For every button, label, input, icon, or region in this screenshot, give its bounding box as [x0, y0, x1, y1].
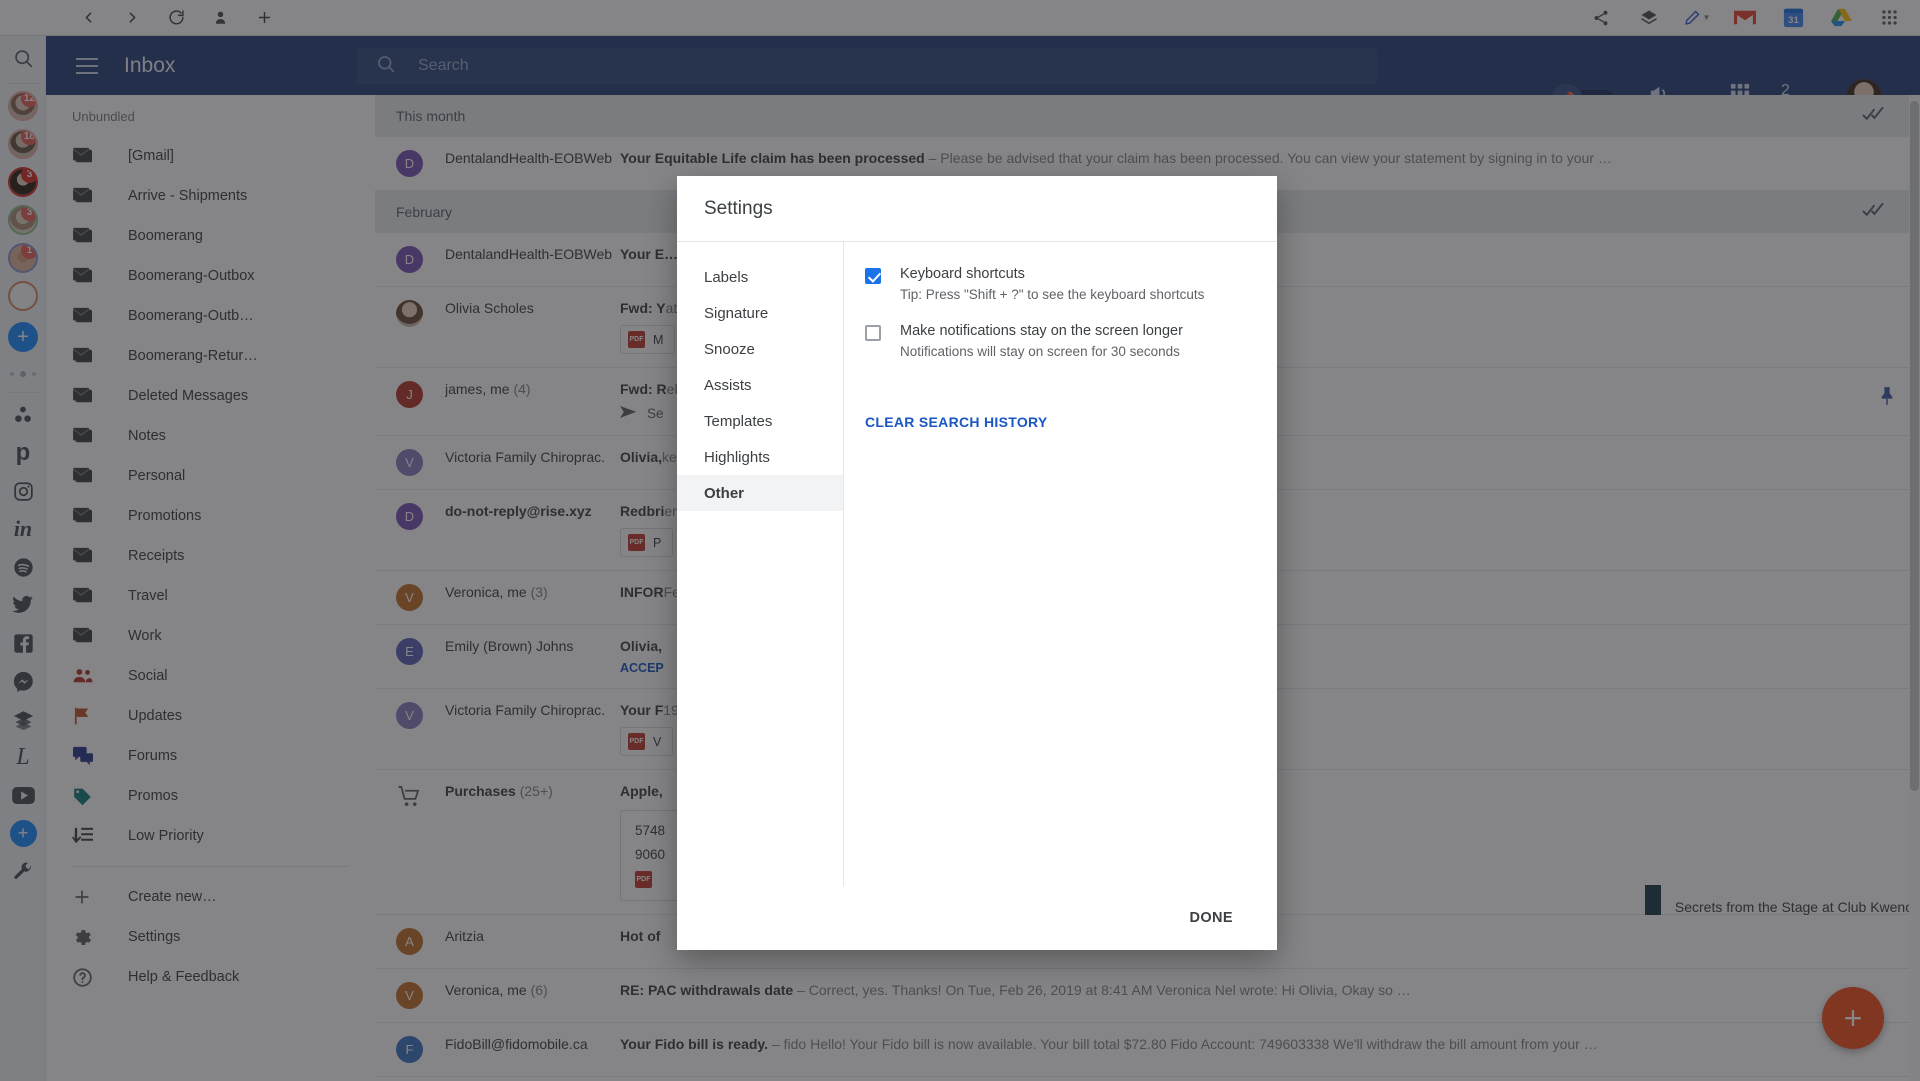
dialog-footer: DONE: [677, 886, 1277, 950]
dialog-nav-label: Templates: [704, 412, 773, 430]
dialog-nav-label: Other: [704, 484, 745, 502]
setting-row: Keyboard shortcuts Tip: Press "Shift + ?"…: [865, 265, 1277, 302]
dialog-nav-label: Snooze: [704, 340, 755, 358]
dialog-body: Labels Signature Snooze Assists Templates Hig…: [677, 242, 1277, 886]
settings-dialog: Settings Labels Signature Snooze Assists Tem…: [677, 176, 1277, 950]
setting-label: Make notifications stay on the screen lo…: [900, 323, 1183, 339]
dialog-nav-snooze[interactable]: Snooze: [677, 331, 843, 367]
dialog-nav-label: Signature: [704, 304, 769, 322]
setting-row: Make notifications stay on the screen lo…: [865, 322, 1277, 359]
dialog-nav: Labels Signature Snooze Assists Templates Hig…: [677, 242, 844, 886]
setting-sublabel: Notifications will stay on screen for 30…: [900, 344, 1180, 359]
setting-checkbox[interactable]: [865, 268, 881, 284]
settings-rows: Keyboard shortcuts Tip: Press "Shift + ?"…: [865, 265, 1277, 359]
dialog-nav-label: Highlights: [704, 448, 770, 466]
setting-checkbox[interactable]: [865, 325, 881, 341]
setting-sublabel: Tip: Press "Shift + ?" to see the keyboa…: [900, 287, 1205, 302]
dialog-nav-highlights[interactable]: Highlights: [677, 439, 843, 475]
dialog-nav-label: Assists: [704, 376, 752, 394]
dialog-nav-labels[interactable]: Labels: [677, 259, 843, 295]
clear-search-history-button[interactable]: CLEAR SEARCH HISTORY: [865, 414, 1048, 430]
setting-label: Keyboard shortcuts: [900, 266, 1025, 282]
dialog-nav-other[interactable]: Other: [677, 475, 843, 511]
dialog-title: Settings: [677, 176, 1277, 242]
dialog-nav-templates[interactable]: Templates: [677, 403, 843, 439]
dialog-pane: Keyboard shortcuts Tip: Press "Shift + ?"…: [844, 242, 1277, 886]
dialog-nav-assists[interactable]: Assists: [677, 367, 843, 403]
done-button[interactable]: DONE: [1190, 910, 1234, 926]
dialog-nav-label: Labels: [704, 268, 749, 286]
dialog-nav-signature[interactable]: Signature: [677, 295, 843, 331]
